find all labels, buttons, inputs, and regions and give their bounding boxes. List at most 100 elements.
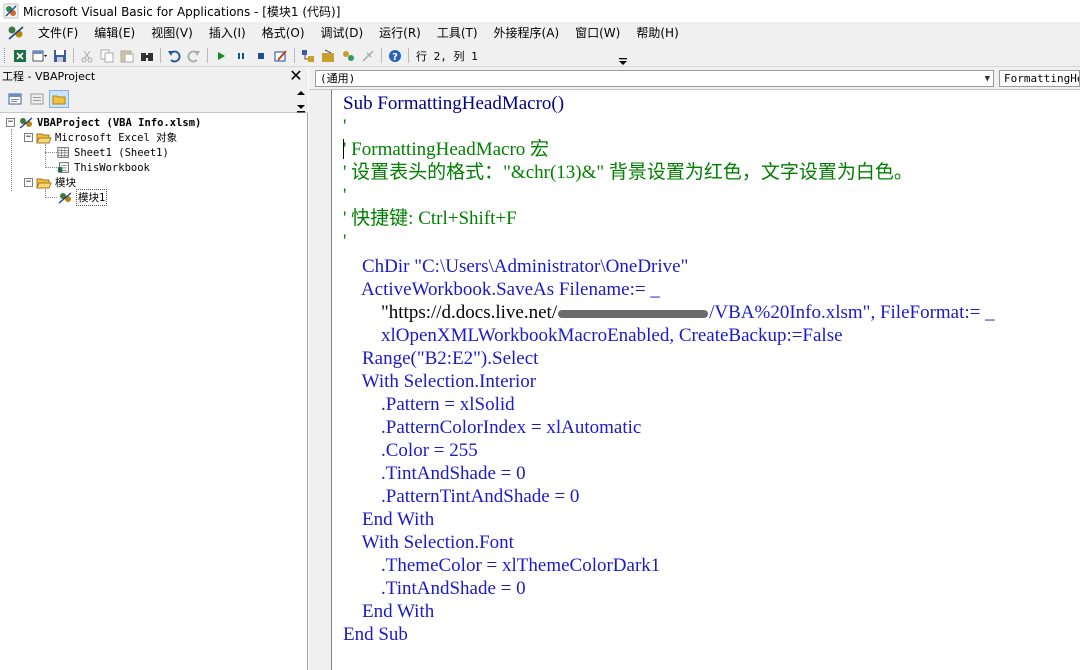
menu-insert[interactable]: 插入(I) (201, 23, 254, 43)
toolbar-separator (73, 48, 74, 63)
tree-label-modules: 模块 (55, 177, 76, 189)
reset-icon[interactable] (251, 47, 271, 65)
tree-connector (45, 167, 57, 168)
tree-node-thisworkbook[interactable]: ThisWorkbook (57, 160, 150, 175)
menu-debug[interactable]: 调试(D) (313, 23, 372, 43)
insert-module-icon[interactable] (30, 47, 50, 65)
code-line-14: .Pattern = xlSolid (343, 393, 515, 416)
tree-node-module1[interactable]: 模块1 (57, 189, 108, 206)
folder-open-icon (36, 133, 52, 144)
menu-help[interactable]: 帮助(H) (628, 23, 686, 43)
tree-connector (45, 197, 57, 198)
code-text: .TintAndShade = 0 (343, 463, 526, 484)
code-text: With Selection.Font (343, 532, 514, 553)
object-dropdown[interactable]: (通用) ▼ (315, 70, 994, 87)
copy-icon[interactable] (97, 47, 117, 65)
find-icon[interactable] (137, 47, 157, 65)
code-line-7: ' (343, 230, 346, 253)
undo-icon[interactable] (164, 47, 184, 65)
menu-bar: 文件(F) 编辑(E) 视图(V) 插入(I) 格式(O) 调试(D) 运行(R… (0, 22, 1080, 44)
code-line-13: With Selection.Interior (343, 370, 536, 393)
paste-icon[interactable] (117, 47, 137, 65)
tree-label-sheet1: Sheet1 (Sheet1) (74, 146, 169, 159)
tree-node-excel-objects[interactable]: − Microsoft Excel 对象 (24, 130, 177, 145)
code-text: Range("B2:E2").Select (343, 348, 539, 369)
code-text: ' FormattingHeadMacro 宏 (343, 139, 550, 160)
tree-label-module1: 模块1 (76, 189, 108, 206)
code-line-19: End With (343, 508, 434, 531)
margin-indicator-bar[interactable] (309, 90, 332, 670)
code-text: .TintAndShade = 0 (343, 578, 526, 599)
folder-open-icon (36, 178, 52, 189)
code-text: ' (343, 116, 347, 137)
excel-icon[interactable] (10, 47, 30, 65)
code-line-18: .PatternTintAndShade = 0 (343, 485, 579, 508)
tree-connector (45, 144, 46, 168)
procedure-dropdown[interactable]: FormattingHeadMacro (999, 70, 1080, 87)
code-editor[interactable]: Sub FormattingHeadMacro() ' ' Formatting… (333, 90, 1080, 670)
tree-connector (45, 152, 57, 153)
properties-icon[interactable] (318, 47, 338, 65)
save-icon[interactable] (50, 47, 70, 65)
redo-icon[interactable] (184, 47, 204, 65)
menu-format[interactable]: 格式(O) (254, 23, 313, 43)
code-text: .Pattern = xlSolid (343, 394, 515, 415)
object-browser-icon[interactable] (338, 47, 358, 65)
vba-menu-icon[interactable] (6, 24, 26, 42)
close-icon[interactable]: ✕ (287, 67, 305, 85)
design-mode-icon[interactable] (271, 47, 291, 65)
chevron-down-icon: ▼ (984, 74, 990, 84)
code-text: ' (343, 231, 347, 252)
tree-node-modules[interactable]: − 模块 (24, 175, 76, 190)
cursor-position: 行 2, 列 1 (416, 49, 478, 63)
vba-app-icon (3, 3, 19, 19)
menu-edit[interactable]: 编辑(E) (86, 23, 143, 43)
help-icon[interactable]: ? (385, 47, 405, 65)
collapse-icon[interactable]: − (24, 178, 33, 187)
collapse-icon[interactable]: − (24, 133, 33, 142)
break-icon[interactable] (231, 47, 251, 65)
toggle-folders-icon[interactable] (49, 89, 69, 108)
code-text: ' 设置表头的格式："&chr(13)&" 背景设置为红色，文字设置为白色。 (343, 162, 913, 183)
project-explorer: 工程 - VBAProject ✕ − VBAProject (VBA Info… (0, 67, 308, 670)
code-line-15: .PatternColorIndex = xlAutomatic (343, 416, 641, 439)
code-line-22: .TintAndShade = 0 (343, 577, 526, 600)
project-tree: − VBAProject (VBA Info.xlsm) − Microsoft… (0, 114, 307, 670)
toolbar-separator (408, 48, 409, 63)
code-line-17: .TintAndShade = 0 (343, 462, 526, 485)
tree-node-project[interactable]: − VBAProject (VBA Info.xlsm) (6, 115, 201, 130)
toolbar-separator (207, 48, 208, 63)
tree-node-sheet1[interactable]: Sheet1 (Sheet1) (57, 145, 169, 160)
menu-tools[interactable]: 工具(T) (429, 23, 486, 43)
code-line-1: Sub FormattingHeadMacro() (343, 92, 564, 115)
chevron-down-icon[interactable] (297, 89, 305, 113)
run-icon[interactable] (211, 47, 231, 65)
code-text: End Sub (343, 624, 408, 645)
menu-window[interactable]: 窗口(W) (567, 23, 628, 43)
toolbar-separator (294, 48, 295, 63)
toolbar-options-button[interactable] (618, 46, 628, 65)
code-text: ' (343, 185, 347, 206)
standard-toolbar: ? 行 2, 列 1 (0, 44, 1080, 67)
toolbar-separator (160, 48, 161, 63)
code-text: End With (343, 509, 435, 530)
menu-view[interactable]: 视图(V) (143, 23, 201, 43)
collapse-icon[interactable]: − (6, 118, 15, 127)
svg-text:?: ? (392, 52, 398, 63)
toolbox-icon[interactable] (358, 47, 378, 65)
menu-run[interactable]: 运行(R) (371, 23, 429, 43)
project-explorer-toolbar (0, 85, 308, 113)
procedure-dropdown-value: FormattingHeadMacro (1004, 72, 1079, 85)
cut-icon[interactable] (77, 47, 97, 65)
code-text: End With (343, 601, 435, 622)
code-line-3: ' FormattingHeadMacro 宏 (343, 138, 549, 161)
code-text: .Color = 255 (343, 440, 478, 461)
code-text: .PatternColorIndex = xlAutomatic (343, 417, 642, 438)
toolbar-grip[interactable] (4, 48, 7, 63)
menu-addins[interactable]: 外接程序(A) (486, 23, 568, 43)
menu-file[interactable]: 文件(F) (30, 23, 86, 43)
view-object-icon[interactable] (27, 90, 47, 108)
view-code-icon[interactable] (5, 90, 25, 108)
project-explorer-icon[interactable] (298, 47, 318, 65)
code-line-4: ' 设置表头的格式："&chr(13)&" 背景设置为红色，文字设置为白色。 (343, 161, 913, 184)
